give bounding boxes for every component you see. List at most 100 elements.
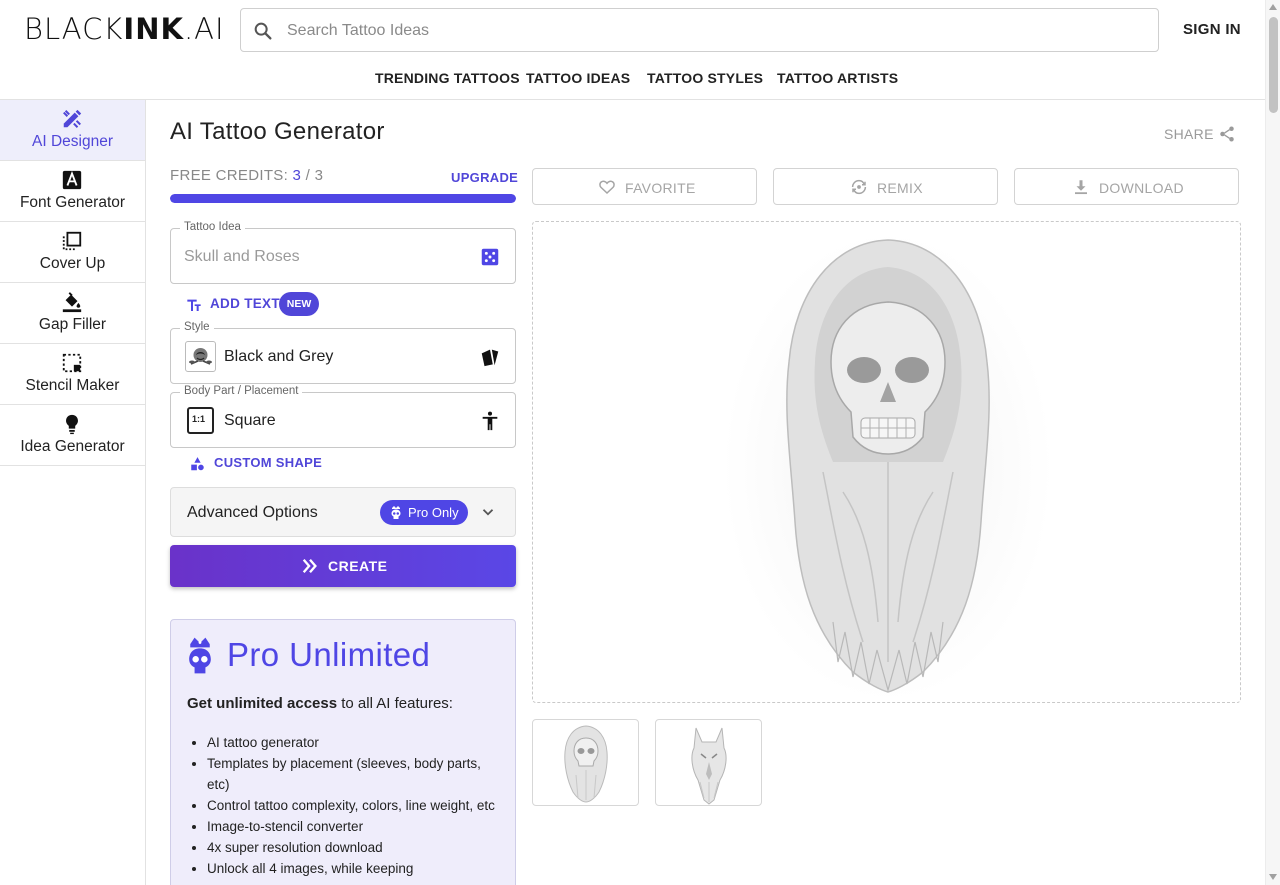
nav-tattoo-artists[interactable]: TATTOO ARTISTS	[777, 70, 898, 86]
sidebar-item-gap-filler[interactable]: Gap Filler	[0, 283, 145, 344]
pro-only-label: Pro Only	[408, 505, 459, 520]
sidebar-item-font-generator[interactable]: Font Generator	[0, 161, 145, 222]
search-icon	[254, 22, 272, 40]
page-title: AI Tattoo Generator	[170, 118, 385, 145]
scrollbar-thumb[interactable]	[1269, 17, 1278, 113]
dice-icon[interactable]	[479, 246, 501, 268]
list-item: Unlock all 4 images, while keeping	[207, 858, 507, 879]
selection-icon	[62, 353, 82, 373]
text-size-icon	[187, 299, 201, 311]
list-item: Control tattoo complexity, colors, line …	[207, 795, 507, 816]
download-icon	[1075, 180, 1087, 195]
rose-icon	[189, 348, 212, 365]
share-icon[interactable]	[1218, 125, 1236, 143]
skull-crown-icon	[189, 637, 211, 674]
add-text-label: ADD TEXT	[210, 296, 280, 311]
sidebar-item-label: Gap Filler	[38, 316, 107, 333]
advanced-options-label: Advanced Options	[187, 504, 318, 521]
pro-feature-list: AI tattoo generator Templates by placeme…	[207, 732, 507, 879]
credits-counter: FREE CREDITS: 3 / 3	[170, 167, 323, 184]
shapes-icon	[191, 457, 204, 471]
sidebar-item-cover-up[interactable]: Cover Up	[0, 222, 145, 283]
style-value: Black and Grey	[224, 348, 334, 365]
page-scrollbar[interactable]	[1265, 0, 1280, 885]
scroll-up-arrow[interactable]	[1269, 4, 1277, 10]
remix-label: REMIX	[877, 180, 923, 196]
credits-total: 3	[314, 167, 324, 184]
download-button[interactable]: DOWNLOAD	[1014, 168, 1239, 205]
header: BLACKINK.AI SIGN IN TRENDING TATTOOS TAT…	[0, 0, 1265, 100]
scroll-down-arrow[interactable]	[1269, 874, 1277, 880]
top-nav: TRENDING TATTOOS TATTOO IDEAS TATTOO STY…	[0, 70, 1265, 88]
result-thumbnail-wolf[interactable]	[655, 719, 762, 806]
pro-unlimited-card: Pro Unlimited Get unlimited access to al…	[170, 619, 516, 885]
create-button[interactable]: CREATE	[170, 545, 516, 587]
result-thumbnail-skull[interactable]	[532, 719, 639, 806]
favorite-button[interactable]: FAVORITE	[532, 168, 757, 205]
list-item: Templates by placement (sleeves, body pa…	[207, 753, 507, 795]
pro-title: Pro Unlimited	[227, 636, 431, 673]
logo-suffix-text: .AI	[183, 12, 225, 46]
list-item: Image-to-stencil converter	[207, 816, 507, 837]
search-bar[interactable]	[240, 8, 1159, 52]
nav-trending-tattoos[interactable]: TRENDING TATTOOS	[375, 70, 520, 86]
credits-separator: /	[305, 167, 311, 184]
paint-bucket-icon	[62, 292, 82, 313]
nav-tattoo-ideas[interactable]: TATTOO IDEAS	[526, 70, 630, 86]
download-label: DOWNLOAD	[1099, 180, 1184, 196]
tattoo-idea-placeholder: Skull and Roses	[184, 248, 300, 265]
lightbulb-icon	[66, 414, 78, 435]
credits-progress-fill	[170, 194, 516, 203]
chevron-down-icon[interactable]	[479, 503, 497, 521]
placement-value: Square	[224, 412, 276, 429]
sign-in-link[interactable]: SIGN IN	[1183, 21, 1241, 38]
pro-intro-rest: to all AI features:	[337, 695, 453, 712]
logo-light-text: BLACK	[24, 12, 124, 46]
placement-field[interactable]: Body Part / Placement 1:1 Square	[170, 385, 516, 448]
nav-tattoo-styles[interactable]: TATTOO STYLES	[647, 70, 763, 86]
credits-label: FREE CREDITS:	[170, 167, 289, 184]
ratio-label: 1:1	[192, 414, 206, 424]
skull-reaper-image	[723, 232, 1053, 702]
sidebar-item-label: AI Designer	[32, 133, 113, 150]
tattoo-preview	[532, 221, 1241, 703]
sidebar-item-idea-generator[interactable]: Idea Generator	[0, 405, 145, 466]
layers-icon	[62, 231, 82, 251]
sidebar-item-ai-designer[interactable]: AI Designer	[0, 100, 145, 161]
remix-icon	[851, 179, 867, 195]
style-label: Style	[180, 321, 214, 333]
wolf-thumbnail-image	[691, 727, 727, 805]
cards-icon[interactable]	[479, 346, 501, 368]
sidebar-item-label: Cover Up	[39, 255, 106, 272]
font-icon	[62, 170, 82, 190]
heart-icon	[599, 180, 615, 195]
search-input[interactable]	[287, 18, 1127, 44]
placement-thumbnail: 1:1	[187, 407, 214, 434]
list-item: 4x super resolution download	[207, 837, 507, 858]
pencil-ruler-icon	[63, 109, 82, 128]
skull-crown-icon	[391, 506, 401, 519]
sidebar-item-label: Font Generator	[19, 194, 126, 211]
tattoo-idea-field[interactable]: Tattoo Idea Skull and Roses	[170, 221, 516, 284]
skull-thumbnail-image	[564, 725, 608, 803]
person-icon[interactable]	[479, 410, 501, 432]
create-label: CREATE	[328, 558, 388, 574]
style-thumbnail	[185, 341, 216, 372]
sidebar-item-stencil-maker[interactable]: Stencil Maker	[0, 344, 145, 405]
tattoo-idea-label: Tattoo Idea	[180, 221, 245, 233]
pro-only-badge: Pro Only	[380, 500, 468, 525]
remix-button[interactable]: REMIX	[773, 168, 998, 205]
credits-progress-bar	[170, 194, 516, 203]
style-field[interactable]: Style Black and Grey	[170, 321, 516, 384]
sidebar-item-label: Stencil Maker	[25, 377, 120, 394]
sidebar: AI Designer Font Generator Cover Up Gap …	[0, 100, 146, 885]
advanced-options-accordion[interactable]: Advanced Options Pro Only	[170, 487, 516, 537]
upgrade-link[interactable]: UPGRADE	[451, 170, 518, 185]
share-button[interactable]: SHARE	[1164, 126, 1214, 142]
logo-bold-text: INK	[123, 12, 184, 46]
sidebar-item-label: Idea Generator	[20, 438, 125, 455]
custom-shape-label: CUSTOM SHAPE	[214, 455, 323, 470]
pro-intro: Get unlimited access to all AI features:	[187, 695, 453, 712]
logo[interactable]: BLACKINK.AI	[24, 12, 225, 46]
pro-intro-bold: Get unlimited access	[187, 695, 338, 712]
